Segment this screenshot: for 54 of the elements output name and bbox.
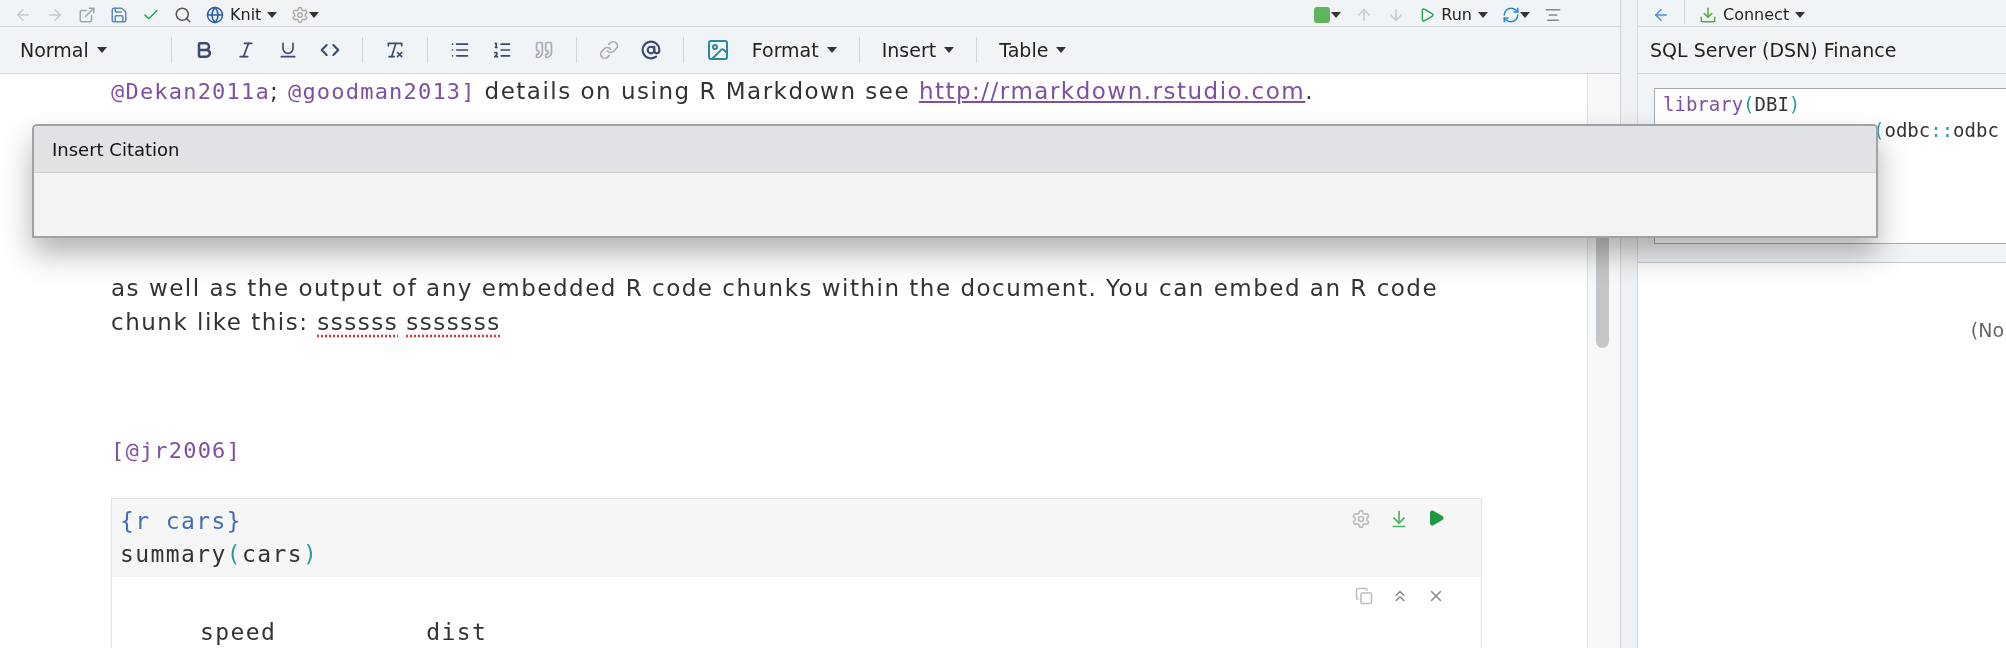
caret-icon <box>1478 12 1488 18</box>
text: ; <box>269 78 281 104</box>
download-icon <box>1699 6 1717 24</box>
forward-arrow-icon <box>46 6 64 24</box>
text: chunk like this: <box>111 309 310 335</box>
output-header: dist <box>426 619 488 645</box>
knit-button[interactable]: Knit <box>206 6 278 24</box>
output-header: speed <box>200 619 277 645</box>
caret-icon <box>309 12 320 18</box>
search-icon <box>174 6 192 24</box>
misspelled-word: sssssss <box>406 309 501 335</box>
numbered-list-button[interactable] <box>491 40 512 60</box>
settings-button[interactable] <box>291 6 320 24</box>
image-button[interactable] <box>705 38 730 62</box>
citation-key: @goodman2013] <box>287 79 476 104</box>
citation-button[interactable] <box>640 40 661 60</box>
menu-dropdown[interactable]: Format <box>751 39 837 61</box>
caret-icon <box>826 47 837 53</box>
run-above-icon <box>1389 509 1409 529</box>
open-window-icon <box>78 6 96 24</box>
chunk-header: {r cars} <box>120 507 242 536</box>
menu-dropdown[interactable]: Table <box>999 39 1067 61</box>
save-icon <box>110 6 128 24</box>
caret-icon <box>1331 12 1342 18</box>
menu-dropdown[interactable]: Insert <box>881 39 955 61</box>
connect-button[interactable]: Connect <box>1699 6 1806 24</box>
dialog-title: Insert Citation <box>34 126 1876 173</box>
caret-icon <box>1056 47 1067 53</box>
caret-icon <box>267 12 278 18</box>
link[interactable]: http://rmarkdown.rstudio.com <box>918 78 1306 104</box>
copy-icon <box>1355 587 1373 605</box>
status-text: (No <box>1969 318 2004 341</box>
caret-icon <box>944 47 955 53</box>
insert-chunk-button[interactable] <box>1313 6 1342 24</box>
run-button[interactable]: Run <box>1419 6 1488 24</box>
misspelled-word: ssssss <box>317 309 399 335</box>
gear-icon <box>1351 509 1371 529</box>
citation-key: [@jr2006] <box>111 438 241 463</box>
connection-title: SQL Server (DSN) Finance <box>1638 27 2006 74</box>
caret-icon <box>96 47 107 53</box>
run-chunk-icon <box>1427 509 1445 527</box>
bullet-list-button[interactable] <box>449 40 470 60</box>
play-icon <box>1419 7 1436 23</box>
globe-icon <box>206 6 224 24</box>
citation-key: @Dekan2011a <box>111 79 270 104</box>
style-dropdown[interactable]: Normal <box>20 39 107 61</box>
rerun-button[interactable] <box>1502 6 1530 24</box>
text: details on using R Markdown see <box>483 78 912 104</box>
text-line: as well as the output of any embedded R code chunks within the document. You can embed an R code <box>111 274 1440 303</box>
text: . <box>1305 78 1314 104</box>
align-icon <box>1544 6 1562 24</box>
code-line: summary(cars) <box>120 540 319 569</box>
caret-icon <box>1520 12 1530 18</box>
caret-icon <box>1795 12 1806 18</box>
